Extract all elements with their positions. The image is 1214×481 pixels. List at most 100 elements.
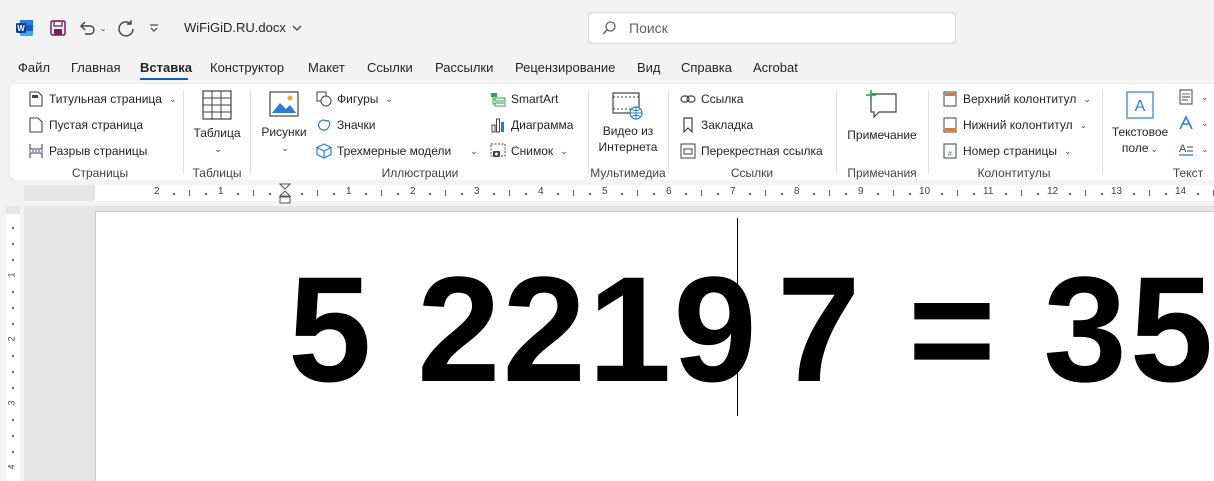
ruler-dot: [653, 193, 655, 195]
vertical-ruler[interactable]: [6, 206, 20, 481]
page-number-button[interactable]: # Номер страницы ⌄: [942, 143, 1072, 159]
group-label-tables: Таблицы: [192, 166, 242, 180]
save-icon[interactable]: [49, 19, 67, 37]
ruler-number: 2: [154, 186, 160, 197]
equation-left-text[interactable]: 5 2219: [288, 254, 759, 404]
ruler-dot: [589, 193, 591, 195]
ruler-tick: [1085, 190, 1086, 196]
vertical-ruler-dot: [12, 307, 14, 309]
text-box-icon: A: [1126, 91, 1154, 119]
vertical-ruler-dot: [12, 355, 14, 357]
tab-view[interactable]: Вид: [637, 60, 661, 75]
equation-right-text[interactable]: 7 = 35: [777, 254, 1214, 404]
ruler-tick: [1021, 190, 1022, 196]
blank-page-button[interactable]: Пустая страница: [28, 117, 143, 133]
search-box[interactable]: Поиск: [588, 12, 956, 44]
bar-chart-icon: [490, 117, 506, 133]
svg-text:A: A: [1179, 143, 1187, 155]
tab-acrobat[interactable]: Acrobat: [753, 60, 798, 75]
group-separator: [183, 90, 184, 174]
bookmark-button[interactable]: Закладка: [680, 117, 753, 133]
ruler-number: 4: [538, 186, 544, 197]
ruler-dot: [1133, 193, 1135, 195]
header-label: Верхний колонтитул: [963, 92, 1077, 106]
tab-file[interactable]: Файл: [18, 60, 50, 75]
screenshot-button[interactable]: Снимок ⌄: [490, 143, 568, 159]
pictures-button[interactable]: Рисунки ⌄: [258, 90, 310, 156]
ruler-dot: [365, 193, 367, 195]
ruler-dot: [717, 193, 719, 195]
drop-cap-button[interactable]: A ⌄: [1178, 141, 1209, 157]
quick-parts-button[interactable]: ⌄: [1178, 89, 1209, 105]
ruler-number: 9: [858, 186, 864, 197]
indent-marker-icon[interactable]: [278, 183, 292, 205]
vertical-ruler-dot: [12, 435, 14, 437]
tab-help[interactable]: Справка: [681, 60, 732, 75]
tab-layout[interactable]: Макет: [308, 60, 345, 75]
vertical-ruler-dot: [12, 291, 14, 293]
ruler-dot: [973, 193, 975, 195]
table-button[interactable]: Таблица ⌄: [191, 90, 243, 157]
ruler-number: 14: [1175, 186, 1187, 197]
tab-mailings[interactable]: Рассылки: [435, 60, 493, 75]
ruler-dot: [1165, 193, 1167, 195]
ruler-dot: [941, 193, 943, 195]
chevron-down-icon: ⌄: [1201, 117, 1209, 128]
picture-icon: [269, 91, 299, 117]
page-number-icon: #: [942, 143, 958, 159]
cross-reference-icon: [680, 143, 696, 159]
ruler-dot: [877, 193, 879, 195]
online-video-icon: [612, 92, 643, 120]
ruler-number: 12: [1047, 186, 1059, 197]
redo-icon[interactable]: [116, 18, 136, 38]
horizontal-ruler[interactable]: [24, 185, 1214, 201]
chevron-down-icon: ⌄: [385, 93, 393, 104]
document-title[interactable]: WiFiGiD.RU.docx: [184, 20, 302, 35]
tab-home[interactable]: Главная: [71, 60, 120, 75]
cross-reference-button[interactable]: Перекрестная ссылка: [680, 143, 823, 159]
page-break-label: Разрыв страницы: [49, 144, 148, 158]
tab-insert[interactable]: Вставка: [140, 60, 192, 75]
footer-label: Нижний колонтитул: [963, 118, 1073, 132]
smartart-button[interactable]: SmartArt: [490, 91, 558, 107]
page-break-button[interactable]: Разрыв страницы: [28, 143, 147, 159]
bookmark-icon: [680, 117, 696, 133]
blank-page-label: Пустая страница: [49, 118, 144, 132]
group-label-media: Мультимедиа: [590, 166, 666, 180]
chevron-down-icon: [292, 25, 302, 31]
header-button[interactable]: Верхний колонтитул ⌄: [942, 91, 1091, 107]
chevron-down-icon: ⌄: [168, 93, 177, 104]
ruler-dot: [1005, 193, 1007, 195]
icons-button[interactable]: Значки: [316, 117, 376, 133]
tab-references[interactable]: Ссылки: [367, 60, 413, 75]
document-title-text: WiFiGiD.RU.docx: [184, 20, 286, 35]
footer-button[interactable]: Нижний колонтитул ⌄: [942, 117, 1087, 133]
cover-page-button[interactable]: Титульная страница ⌄: [28, 91, 177, 107]
chart-button[interactable]: Диаграмма: [490, 117, 573, 133]
icons-label: Значки: [337, 118, 376, 132]
smartart-label: SmartArt: [511, 92, 559, 106]
customize-quick-access-icon[interactable]: [148, 21, 160, 35]
link-button[interactable]: Ссылка: [680, 91, 743, 107]
shapes-button[interactable]: Фигуры ⌄: [316, 91, 393, 107]
text-box-button[interactable]: A Текстовое поле ⌄: [1110, 90, 1170, 157]
undo-dropdown-icon[interactable]: ⌄: [98, 22, 108, 34]
vertical-ruler-dot: [12, 451, 14, 453]
ruler-dot: [237, 193, 239, 195]
new-comment-button[interactable]: Примечание: [844, 88, 920, 143]
online-video-button[interactable]: Видео из Интернета: [596, 90, 660, 155]
tab-design[interactable]: Конструктор: [210, 60, 284, 75]
3d-models-label: Трехмерные модели: [337, 144, 452, 158]
ruler-dot: [845, 193, 847, 195]
wordart-button[interactable]: ⌄: [1178, 115, 1209, 131]
undo-icon[interactable]: [78, 19, 96, 37]
drop-cap-icon: A: [1178, 141, 1194, 157]
bookmark-label: Закладка: [701, 118, 754, 132]
text-cursor: [737, 218, 738, 416]
ruler-dot: [781, 193, 783, 195]
chevron-down-icon: ⌄: [1201, 91, 1209, 102]
chart-label: Диаграмма: [511, 118, 574, 132]
tab-review[interactable]: Рецензирование: [515, 60, 615, 75]
cube-icon: [316, 143, 332, 159]
3d-models-button[interactable]: Трехмерные модели ⌄: [316, 143, 478, 159]
